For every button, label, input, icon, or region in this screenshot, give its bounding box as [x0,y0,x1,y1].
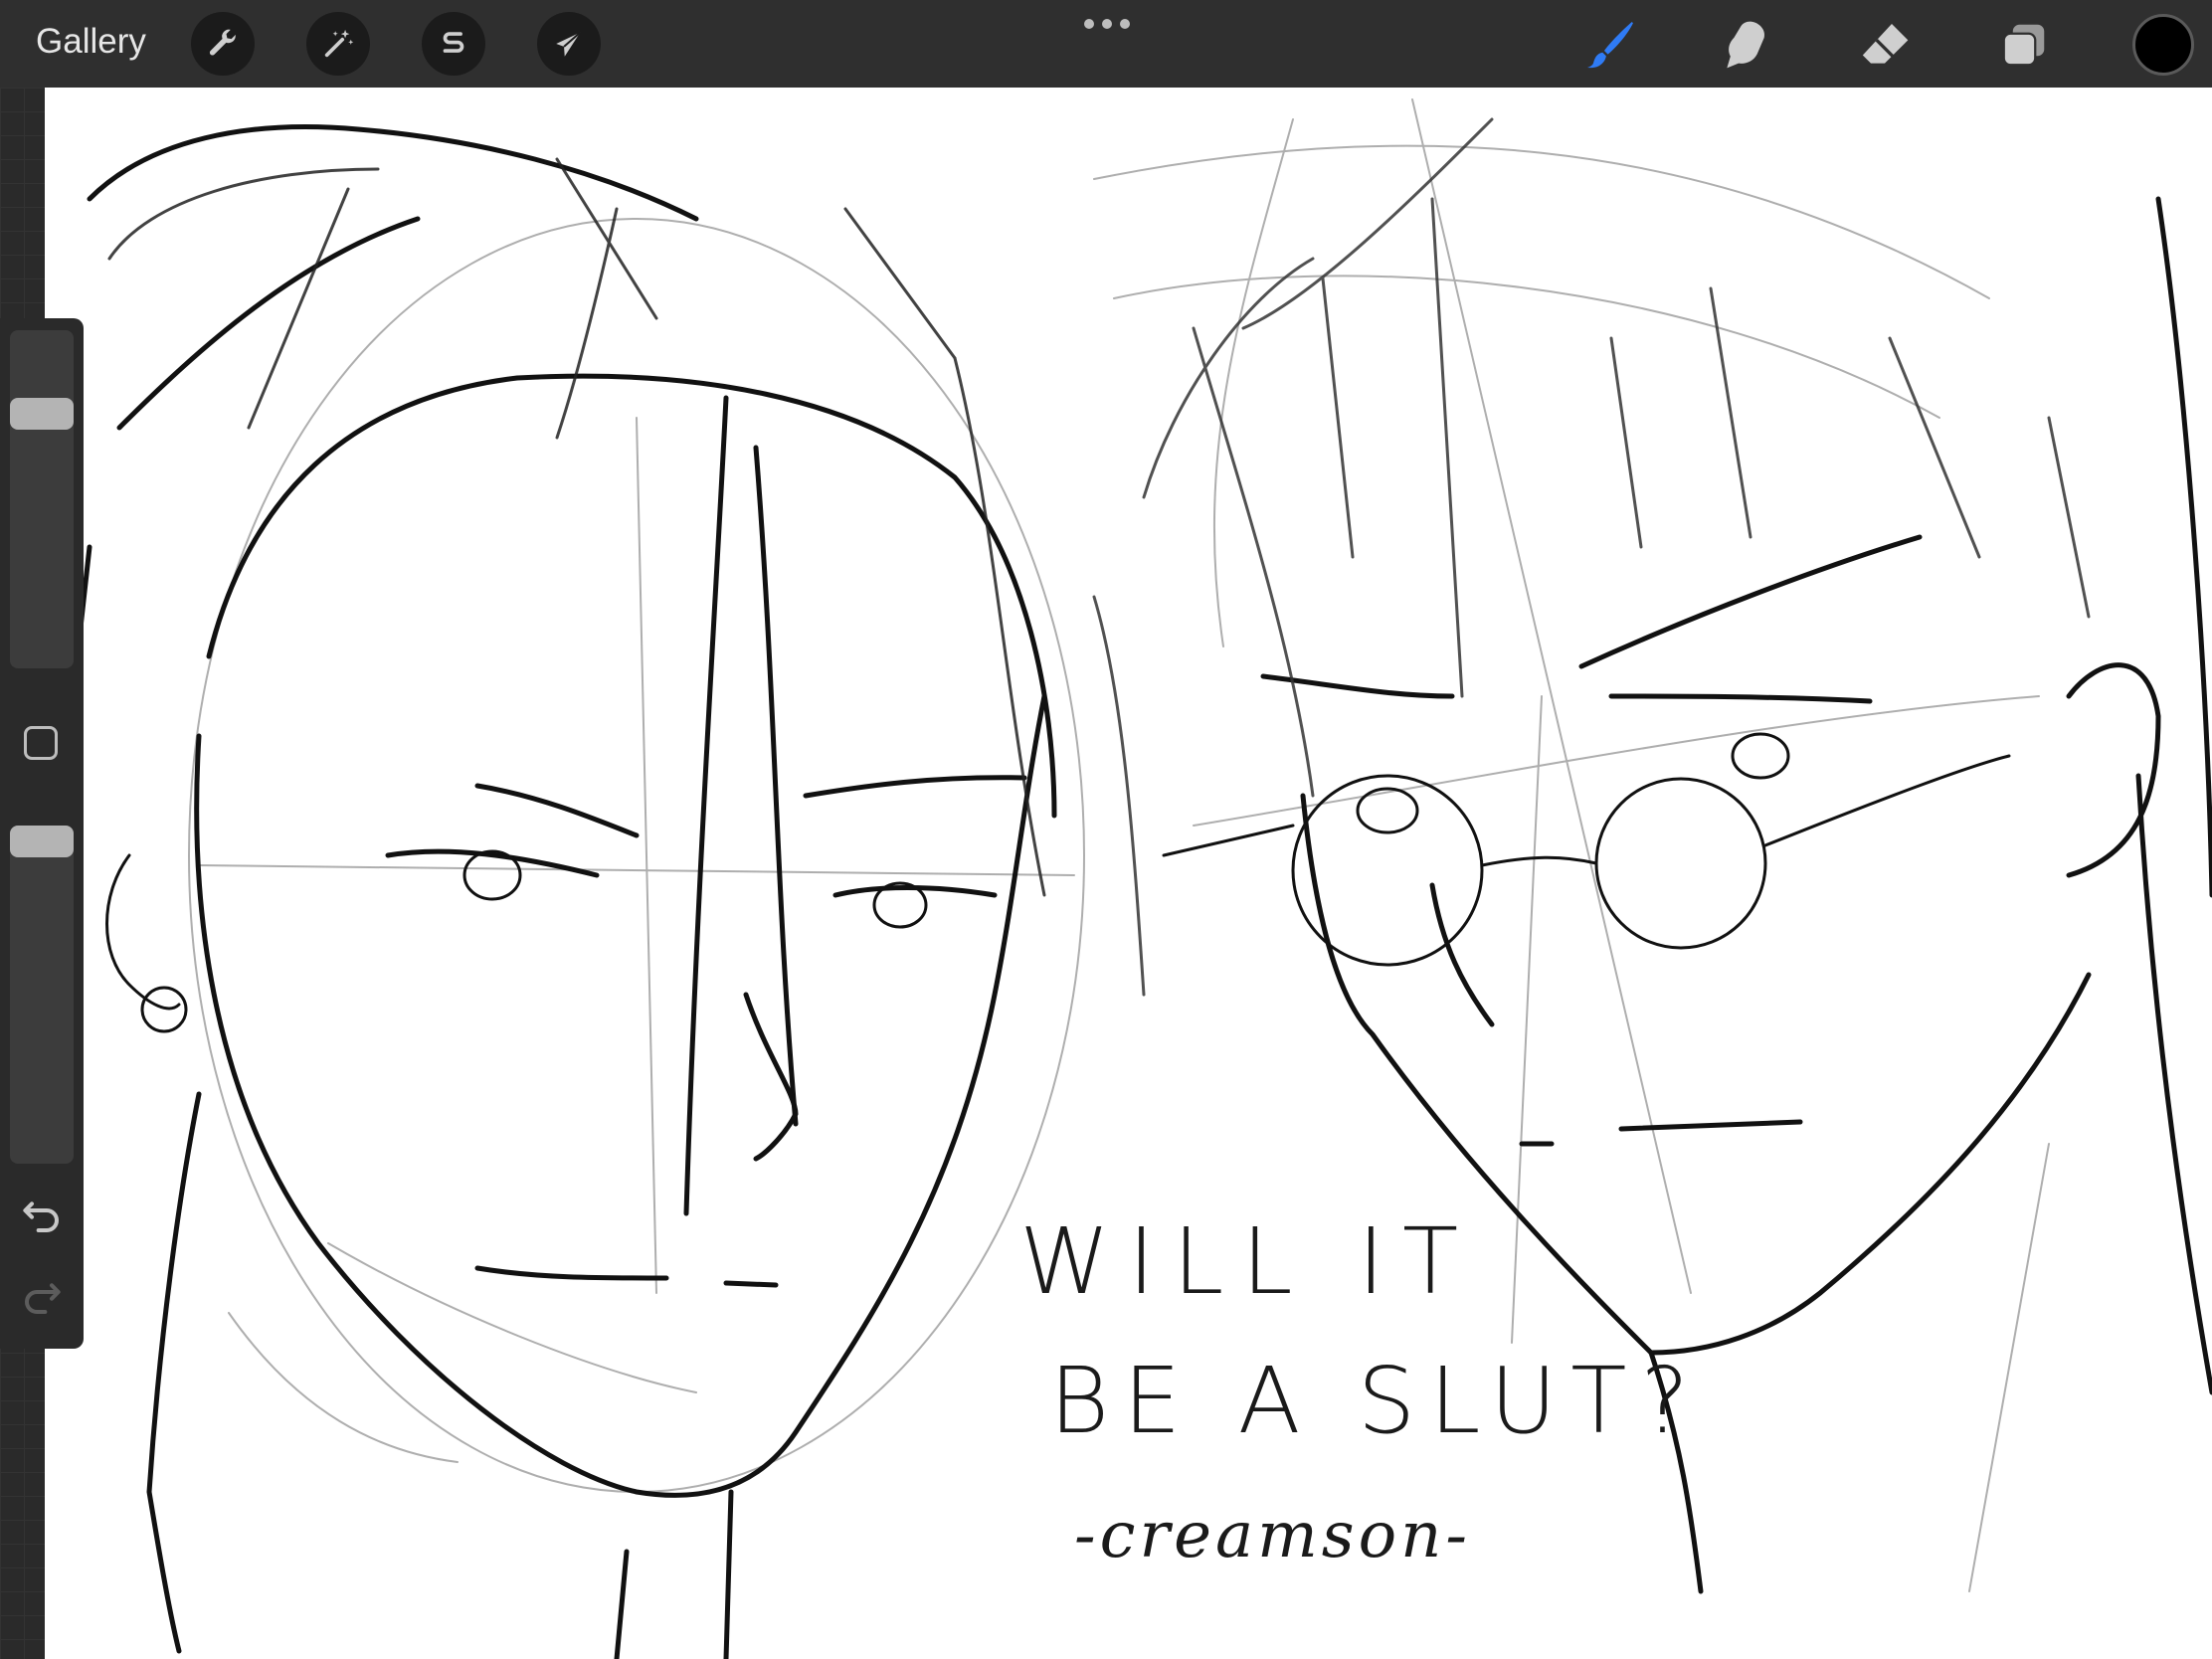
layers-button[interactable] [1993,14,2055,76]
adjustments-button[interactable] [306,12,370,76]
arrow-cursor-icon [552,27,586,61]
square-modifier-icon[interactable] [24,726,58,760]
actions-button[interactable] [191,12,255,76]
note-line1: WILL IT [1019,1208,1476,1315]
drawing-canvas[interactable]: WILL IT BE A SLUT? -creamson- [45,88,2212,1659]
smudge-tool-button[interactable] [1715,14,1776,76]
color-picker-swatch[interactable] [2132,14,2194,76]
brush-size-track[interactable] [10,330,74,668]
smudge-finger-icon [1718,17,1773,73]
selection-s-icon [437,27,470,61]
transform-button[interactable] [537,12,601,76]
eraser-tool-button[interactable] [1854,14,1916,76]
top-toolbar: Gallery [0,0,2212,88]
selection-button[interactable] [422,12,485,76]
eraser-icon [1857,17,1913,73]
brush-size-slider[interactable] [10,397,74,430]
brush-icon [1581,16,1639,74]
brush-tool-button[interactable] [1579,14,1641,76]
wrench-icon [206,27,240,61]
layers-icon [1997,18,2051,72]
note-line2: BE A SLUT? [1049,1348,1703,1454]
signature: -creamson- [1074,1499,1471,1572]
gallery-button[interactable]: Gallery [36,22,146,62]
redo-button[interactable] [18,1275,66,1319]
brush-opacity-track[interactable] [10,826,74,1164]
brush-opacity-slider[interactable] [10,826,74,857]
redo-arrow-icon [22,1280,62,1314]
left-sidebar [0,318,84,1349]
magic-wand-icon [321,27,355,61]
undo-button[interactable] [18,1194,66,1237]
more-options-icon[interactable] [1084,14,1130,34]
handwritten-note: WILL IT BE A SLUT? -creamson- [1019,1208,1703,1572]
undo-arrow-icon [22,1198,62,1232]
